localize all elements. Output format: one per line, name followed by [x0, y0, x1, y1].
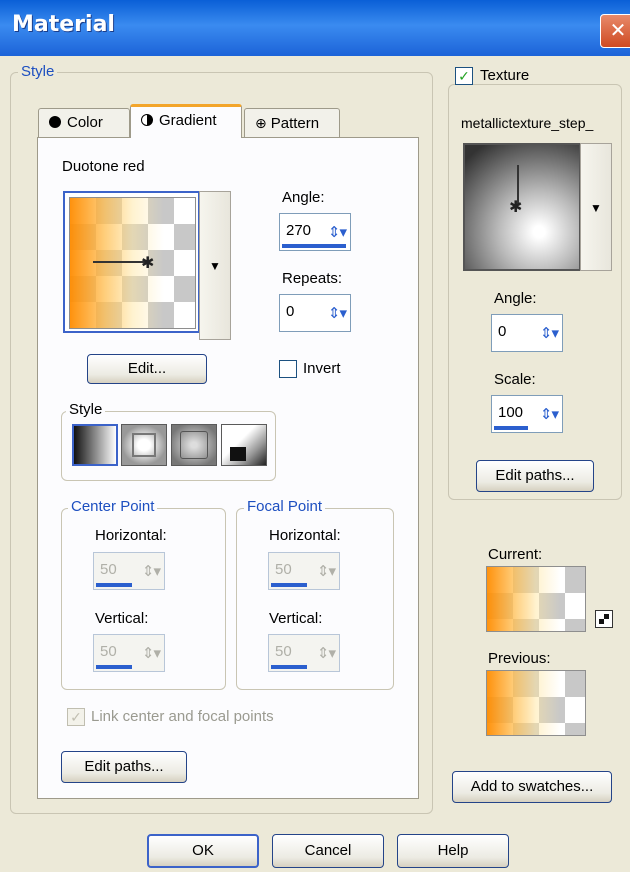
- spin-arrows-icon[interactable]: ⇕▾: [317, 562, 336, 580]
- link-points-label: Link center and focal points: [91, 708, 274, 725]
- gradient-center-marker-icon: ✱: [141, 255, 155, 272]
- repeats-stepper[interactable]: 0 ⇕▾: [279, 294, 351, 332]
- texture-angle-stepper[interactable]: 0 ⇕▾: [491, 314, 563, 352]
- focal-horizontal-label: Horizontal:: [269, 527, 341, 544]
- center-vertical-label: Vertical:: [95, 610, 149, 627]
- spin-arrows-icon[interactable]: ⇕▾: [328, 223, 347, 241]
- pattern-icon: ⊕: [255, 115, 267, 131]
- focal-horizontal-level: [271, 583, 307, 587]
- texture-center-marker-icon: ✱: [509, 199, 523, 216]
- gradient-preview-frame[interactable]: ✱: [63, 191, 200, 333]
- link-points-checkbox[interactable]: ✓: [67, 708, 85, 726]
- texture-angle-value: 0: [498, 323, 507, 340]
- angle-label: Angle:: [282, 189, 325, 206]
- angle-level-bar: [282, 244, 346, 248]
- previous-swatch: [486, 670, 586, 736]
- gradient-edit-paths-button[interactable]: Edit paths...: [61, 751, 187, 783]
- repeats-value: 0: [286, 303, 295, 320]
- help-button[interactable]: Help: [397, 834, 509, 868]
- center-horizontal-value: 50: [100, 561, 117, 578]
- tab-color[interactable]: Color: [38, 108, 130, 138]
- invert-checkbox[interactable]: [279, 360, 297, 378]
- gradient-dropdown-button[interactable]: ▼: [199, 191, 231, 340]
- focal-point-label: Focal Point: [244, 498, 326, 515]
- angle-value: 270: [286, 222, 312, 239]
- add-to-swatches-button[interactable]: Add to swatches...: [452, 771, 612, 803]
- gradient-edit-button[interactable]: Edit...: [87, 354, 207, 384]
- texture-scale-value: 100: [498, 404, 524, 421]
- spin-arrows-icon[interactable]: ⇕▾: [540, 405, 559, 423]
- texture-scale-label: Scale:: [494, 371, 536, 388]
- ok-button[interactable]: OK: [147, 834, 259, 868]
- focal-horizontal-value: 50: [275, 561, 292, 578]
- tab-color-label: Color: [67, 114, 103, 131]
- previous-label: Previous:: [488, 650, 551, 667]
- current-swatch: [486, 566, 586, 632]
- gradient-name: Duotone red: [62, 158, 145, 175]
- tab-pattern-label: Pattern: [270, 115, 320, 132]
- title-bar: Material ✕: [0, 0, 630, 56]
- texture-edit-paths-button[interactable]: Edit paths...: [476, 460, 594, 492]
- repeats-label: Repeats:: [282, 270, 343, 287]
- texture-preview[interactable]: ✱: [463, 143, 581, 271]
- center-horizontal-stepper[interactable]: 50 ⇕▾: [93, 552, 165, 590]
- texture-dropdown-button[interactable]: ▼: [580, 143, 612, 271]
- texture-name: metallictexture_step_: [461, 115, 594, 131]
- texture-scale-stepper[interactable]: 100 ⇕▾: [491, 395, 563, 433]
- spin-arrows-icon[interactable]: ⇕▾: [142, 562, 161, 580]
- chevron-down-icon: ▼: [209, 259, 221, 273]
- radial-style-icon[interactable]: [221, 424, 267, 466]
- focal-vertical-value: 50: [275, 643, 292, 660]
- swap-swatch-icon[interactable]: [595, 610, 613, 628]
- focal-vertical-label: Vertical:: [269, 610, 323, 627]
- current-label: Current:: [488, 546, 543, 563]
- invert-label: Invert: [303, 360, 341, 377]
- sunburst-style-icon[interactable]: [171, 424, 217, 466]
- color-dot-icon: [49, 116, 61, 128]
- tab-gradient-label: Gradient: [159, 112, 217, 129]
- tab-pattern[interactable]: ⊕ Pattern: [244, 108, 340, 138]
- gradient-swatch: [69, 197, 196, 329]
- focal-vertical-level: [271, 665, 307, 669]
- tab-gradient[interactable]: Gradient: [130, 104, 242, 138]
- spin-arrows-icon[interactable]: ⇕▾: [317, 644, 336, 662]
- center-vertical-level: [96, 665, 132, 669]
- texture-scale-level: [494, 426, 528, 430]
- rectangular-style-icon[interactable]: [121, 424, 167, 466]
- focal-horizontal-stepper[interactable]: 50 ⇕▾: [268, 552, 340, 590]
- center-vertical-stepper[interactable]: 50 ⇕▾: [93, 634, 165, 672]
- angle-stepper[interactable]: 270 ⇕▾: [279, 213, 351, 251]
- texture-checkbox[interactable]: ✓: [455, 67, 473, 85]
- gradient-half-icon: [141, 114, 153, 126]
- center-vertical-value: 50: [100, 643, 117, 660]
- chevron-down-icon: ▼: [590, 201, 602, 215]
- center-point-label: Center Point: [68, 498, 158, 515]
- spin-arrows-icon[interactable]: ⇕▾: [142, 644, 161, 662]
- gradient-style-label: Style: [66, 401, 106, 418]
- cancel-button[interactable]: Cancel: [272, 834, 384, 868]
- center-horizontal-label: Horizontal:: [95, 527, 167, 544]
- spin-arrows-icon[interactable]: ⇕▾: [540, 324, 559, 342]
- center-horizontal-level: [96, 583, 132, 587]
- window-title: Material: [12, 12, 115, 37]
- texture-label: Texture: [477, 67, 533, 84]
- texture-angle-label: Angle:: [494, 290, 537, 307]
- linear-style-icon[interactable]: [72, 424, 118, 466]
- close-button[interactable]: ✕: [600, 14, 630, 48]
- spin-arrows-icon[interactable]: ⇕▾: [328, 304, 347, 322]
- focal-vertical-stepper[interactable]: 50 ⇕▾: [268, 634, 340, 672]
- style-group-label: Style: [18, 63, 58, 80]
